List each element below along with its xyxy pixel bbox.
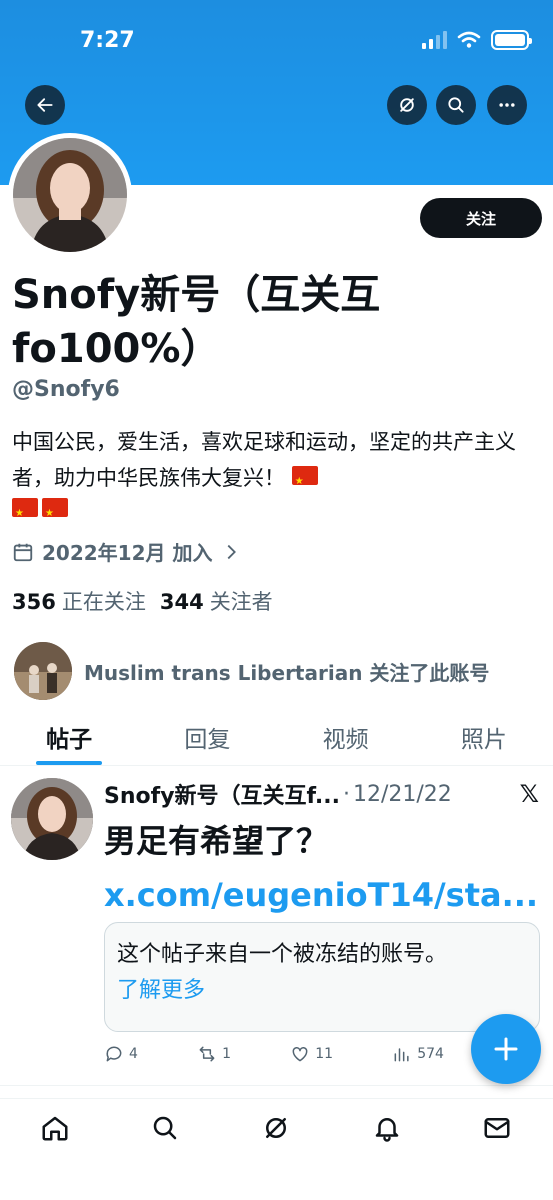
views-button[interactable]: 574	[392, 1044, 444, 1064]
notice-text: 这个帖子来自一个被冻结的账号。	[117, 942, 448, 967]
tweet-text: 男足有希望了？ x.com/eugenioT14/sta...	[104, 814, 538, 922]
profile-bio: 中国公民，爱生活，喜欢足球和运动，坚定的共产主义者，助力中华民族伟大复兴！	[12, 424, 542, 532]
status-time: 7:27	[80, 28, 135, 53]
following-count: 356	[12, 590, 56, 614]
nav-search[interactable]	[150, 1113, 182, 1145]
status-icons	[422, 30, 532, 50]
tweet-body: 男足有希望了？	[104, 822, 329, 860]
tab-replies[interactable]: 回复	[138, 710, 276, 765]
followed-by-suffix: 关注了此账号	[369, 660, 490, 685]
tab-posts[interactable]: 帖子	[0, 710, 138, 765]
battery-icon	[491, 30, 532, 50]
joined-date[interactable]: 2022年12月 加入	[12, 537, 242, 566]
compose-button[interactable]	[471, 1014, 541, 1084]
tweet-avatar[interactable]	[11, 778, 93, 860]
tweet-date[interactable]: 12/21/22	[353, 782, 452, 807]
arrow-left-icon	[37, 98, 53, 112]
views-icon	[394, 1048, 409, 1062]
retweet-button[interactable]: 1	[197, 1044, 231, 1064]
view-count: 574	[417, 1046, 444, 1062]
nav-messages[interactable]	[482, 1113, 514, 1145]
reply-count: 4	[129, 1046, 138, 1062]
wifi-icon	[457, 31, 481, 48]
nav-grok[interactable]	[261, 1113, 293, 1145]
nav-notifications[interactable]	[372, 1113, 404, 1145]
suspended-notice: 这个帖子来自一个被冻结的账号。 了解更多	[104, 922, 540, 1032]
mail-icon	[484, 1118, 510, 1138]
reply-icon	[106, 1046, 122, 1062]
like-count: 11	[315, 1046, 334, 1062]
profile-tabs: 帖子 回复 视频 照片	[0, 710, 553, 766]
learn-more-link[interactable]: 了解更多	[117, 973, 527, 1009]
followers-stat[interactable]: 344 关注者	[160, 586, 273, 616]
heart-icon	[292, 1046, 308, 1062]
china-flag-icon	[42, 496, 68, 532]
tweet-separator: ·	[342, 781, 350, 807]
retweet-count: 1	[222, 1046, 232, 1062]
joined-text: 2022年12月 加入	[42, 541, 213, 565]
grok-button[interactable]	[387, 85, 427, 125]
x-logo-icon: 𝕏	[519, 780, 539, 808]
followed-by-row[interactable]: Muslim trans Libertarian 关注了此账号	[14, 642, 489, 700]
tab-photos[interactable]: 照片	[415, 710, 553, 765]
bio-flags	[291, 464, 318, 500]
grok-icon	[266, 1118, 286, 1138]
following-label: 正在关注	[61, 590, 146, 614]
followers-count: 344	[159, 590, 204, 614]
bottom-nav	[0, 1098, 553, 1200]
reply-button[interactable]: 4	[104, 1044, 138, 1064]
profile-avatar[interactable]	[8, 133, 132, 257]
following-stat[interactable]: 356 正在关注	[12, 586, 146, 616]
calendar-icon	[13, 543, 33, 561]
plus-icon	[494, 1037, 518, 1061]
china-flag-icon	[291, 464, 318, 500]
search-icon	[153, 1116, 177, 1140]
more-icon	[499, 103, 515, 107]
china-flag-icon	[12, 496, 38, 532]
signal-icon	[422, 31, 447, 49]
followed-by-text: Muslim trans Libertarian 关注了此账号	[84, 657, 489, 686]
like-button[interactable]: 11	[290, 1044, 333, 1064]
status-bar: 7:27	[0, 0, 553, 80]
search-button[interactable]	[436, 85, 476, 125]
followed-by-name: Muslim trans Libertarian	[84, 660, 363, 685]
display-name: Snofy新号（互关互fo100%）	[12, 272, 381, 372]
search-icon	[448, 97, 464, 113]
follow-stats: 356 正在关注 344 关注者	[12, 586, 273, 616]
nav-home[interactable]	[40, 1113, 72, 1145]
bio-flags-row	[12, 496, 542, 532]
tweet-link[interactable]: x.com/eugenioT14/sta...	[104, 876, 538, 914]
tweet-item[interactable]: Snofy新号（互关互f... · 12/21/22 𝕏 男足有希望了？ x.c…	[0, 766, 553, 1086]
bell-icon	[375, 1118, 399, 1142]
chevron-right-icon	[228, 544, 237, 559]
follower-avatar	[14, 642, 72, 700]
follow-button[interactable]: 关注	[420, 198, 542, 238]
back-button[interactable]	[25, 85, 65, 125]
profile-handle: @Snofy6	[12, 377, 120, 402]
more-button[interactable]	[487, 85, 527, 125]
followers-label: 关注者	[209, 590, 273, 614]
retweet-icon	[199, 1046, 215, 1062]
tab-videos[interactable]: 视频	[277, 710, 415, 765]
bio-text: 中国公民，爱生活，喜欢足球和运动，坚定的共产主义者，助力中华民族伟大复兴！	[12, 430, 516, 490]
grok-icon	[400, 98, 414, 112]
home-icon	[42, 1116, 68, 1141]
tweet-header: Snofy新号（互关互f... · 12/21/22	[104, 778, 524, 810]
tweet-author-name[interactable]: Snofy新号（互关互f...	[104, 778, 340, 810]
tweet-actions: 4 1 11 574	[104, 1044, 444, 1064]
